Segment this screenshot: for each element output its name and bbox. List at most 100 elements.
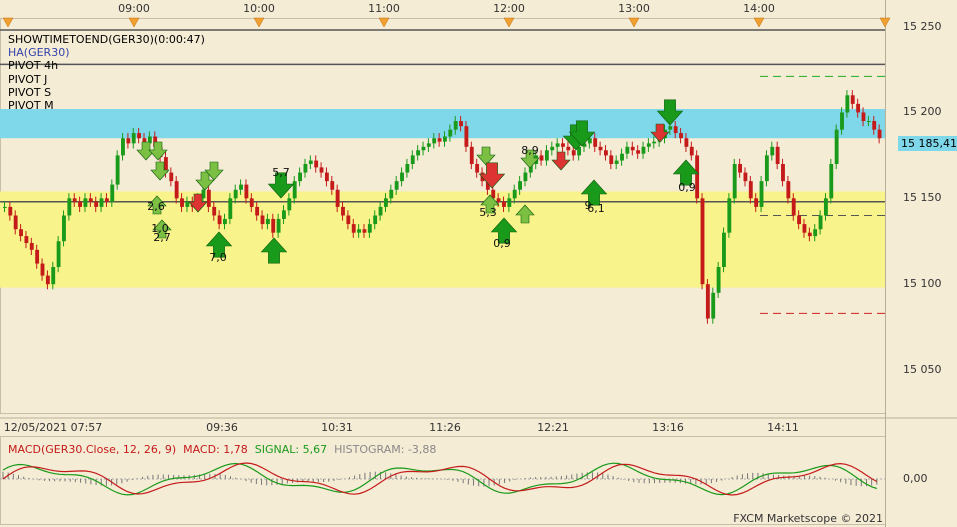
candle-body [174, 181, 179, 199]
candle-body [834, 129, 839, 164]
candle-body [802, 224, 807, 233]
candle-body [636, 150, 641, 154]
candle-body [797, 215, 802, 225]
time-tick-label: 12/05/2021 07:57 [3, 421, 103, 434]
candle-body [56, 241, 61, 268]
candle-body [866, 121, 871, 123]
candle-body [732, 163, 737, 199]
candle-body [695, 155, 700, 199]
signal-label: 0,9 [493, 237, 511, 250]
price-tick-label: 15 050 [903, 363, 942, 377]
candle-body [13, 215, 18, 230]
macd-zero-label: 0,00 [903, 472, 928, 485]
candle-body [738, 163, 742, 173]
candle-body [99, 198, 104, 207]
macd-title: MACD(GER30.Close, 12, 26, 9) [8, 443, 177, 456]
candle-body [652, 141, 657, 144]
candle-body [389, 189, 394, 199]
candle-body [271, 218, 276, 233]
indicator-label: HA(GER30) [8, 46, 70, 60]
candle-body [416, 150, 421, 156]
candle-body [786, 181, 791, 199]
candle-body [94, 201, 99, 207]
candle-body [469, 146, 474, 164]
candle-body [850, 95, 855, 104]
candle-body [818, 215, 823, 230]
time-marker-icon [253, 17, 265, 28]
candle-body [748, 181, 753, 199]
candle-body [115, 155, 120, 185]
candle-body [180, 198, 184, 207]
candle-body [400, 172, 404, 182]
signal-label: 6,1 [587, 202, 605, 215]
signal-value: SIGNAL: 5,67 [254, 443, 328, 456]
candle-body [410, 155, 415, 164]
signal-label: 2,7 [153, 231, 171, 244]
candle-body [598, 146, 603, 151]
candle-body [646, 143, 651, 147]
time-tick-label: 10:00 [243, 2, 275, 15]
candle-body [19, 229, 23, 237]
candle-body [83, 198, 88, 207]
candle-body [684, 138, 689, 147]
indicator-legend: SHOWTIMETOEND(GER30)(0:00:47) HA(GER30) … [8, 33, 205, 112]
indicator-label: PIVOT M [8, 99, 54, 113]
candle-body [571, 150, 576, 156]
time-marker-icon [2, 17, 14, 28]
candle-body [185, 201, 190, 207]
candle-body [727, 198, 732, 233]
indicator-label: PIVOT J [8, 72, 48, 86]
candle-body [679, 133, 683, 139]
time-marker-icon [128, 17, 140, 28]
candle-body [555, 143, 560, 147]
candle-body [298, 172, 302, 182]
candle-body [630, 146, 635, 151]
candle-body [126, 138, 131, 144]
macd-value: MACD: 1,78 [183, 443, 248, 456]
candle-body [282, 210, 286, 219]
candle-body [78, 201, 82, 207]
indicator-label: SHOWTIMETOEND(GER30)(0:00:47) [8, 33, 205, 46]
candle-body [700, 198, 705, 285]
candle-body [255, 206, 260, 216]
candle-body [362, 229, 367, 233]
time-tick-label: 13:16 [652, 421, 684, 434]
candle-body [223, 218, 227, 225]
candle-body [324, 172, 329, 182]
candle-body [609, 155, 614, 164]
candle-body [35, 249, 40, 264]
candle-body [405, 163, 410, 173]
candle-body [781, 163, 785, 182]
time-tick-label: 13:00 [618, 2, 650, 15]
candle-body [550, 146, 555, 151]
candle-body [233, 189, 238, 199]
candle-body [276, 218, 281, 233]
price-tick-label: 15 200 [903, 105, 942, 119]
candle-body [512, 189, 517, 199]
candle-body [426, 143, 431, 147]
indicator-label: PIVOT S [8, 85, 52, 99]
candle-body [72, 198, 77, 202]
candle-body [110, 184, 115, 202]
time-tick-label: 12:21 [537, 421, 569, 434]
candle-body [341, 206, 345, 216]
candle-body [705, 284, 710, 319]
candle-body [62, 215, 66, 242]
candle-body [394, 181, 399, 190]
candle-body [169, 172, 174, 182]
candle-body [877, 129, 882, 139]
sell-arrow-icon [551, 151, 571, 171]
candle-body [287, 198, 292, 211]
time-tick-label: 11:00 [368, 2, 400, 15]
candle-body [743, 172, 748, 182]
time-marker-icon [879, 17, 891, 28]
candle-body [523, 172, 528, 182]
candle-body [518, 181, 522, 190]
candle-body [421, 146, 426, 151]
histogram-value: HISTOGRAM: -3,88 [334, 443, 437, 456]
candle-body [544, 150, 549, 161]
candle-body [265, 218, 270, 225]
candle-body [346, 215, 351, 225]
candle-body [228, 198, 233, 219]
candle-body [754, 198, 759, 207]
